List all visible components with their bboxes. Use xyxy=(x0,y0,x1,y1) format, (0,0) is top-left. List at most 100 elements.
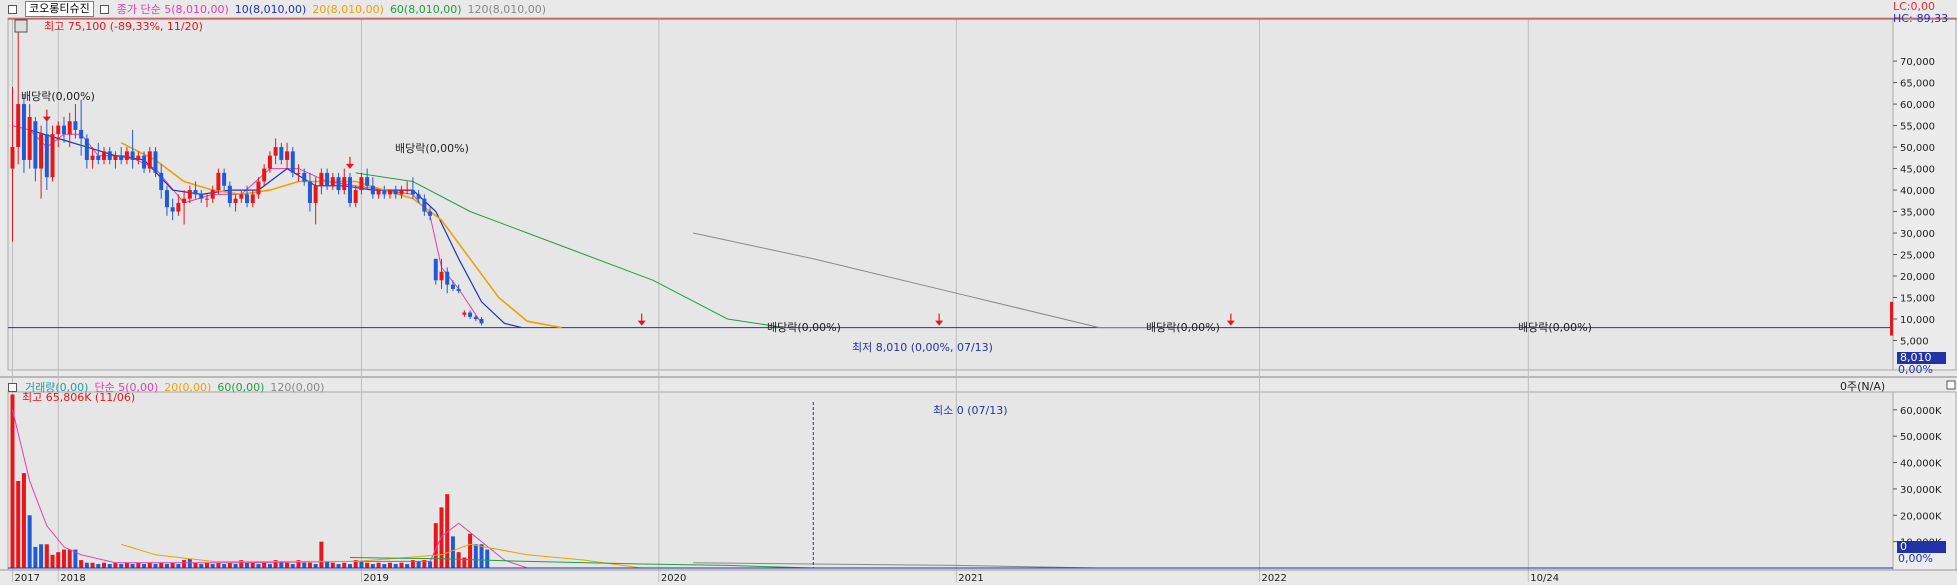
volume-bar xyxy=(359,561,364,568)
volume-axis-tick-label: 20,000K xyxy=(1900,511,1942,522)
chart-menu-checkbox[interactable] xyxy=(8,4,17,14)
volume-bar xyxy=(473,544,478,568)
volume-bar xyxy=(16,481,21,568)
vol-ma60-label[interactable]: 60(0,00) xyxy=(217,381,264,394)
volume-bar xyxy=(393,564,398,568)
volume-bar xyxy=(33,546,38,568)
candle-body xyxy=(245,194,250,203)
candle-body xyxy=(10,147,15,169)
close-toggle[interactable] xyxy=(99,4,109,14)
candle-body xyxy=(39,134,44,169)
candle-body xyxy=(296,172,301,174)
candle-body xyxy=(468,312,473,317)
volume-bar xyxy=(142,564,147,568)
candle-body xyxy=(159,172,164,191)
volume-bar xyxy=(27,515,32,568)
candle-body xyxy=(16,104,21,148)
candle-body xyxy=(422,198,427,212)
volume-bar xyxy=(399,562,404,568)
volume-bar xyxy=(388,562,393,568)
candle-body xyxy=(433,258,438,281)
volume-bar xyxy=(245,562,250,568)
volume-bar xyxy=(336,564,341,568)
volume-panel xyxy=(7,391,1894,571)
high-price-label: 최고 75,100 (-89,33%, 11/20) xyxy=(44,20,203,33)
vol-ma20-label[interactable]: 20(0,00) xyxy=(164,381,211,394)
volume-bar xyxy=(365,562,370,568)
volume-bar xyxy=(468,533,473,568)
candle-body xyxy=(382,190,387,195)
volume-axis-tick-label: 30,000K xyxy=(1900,485,1942,496)
volume-bar xyxy=(204,562,209,568)
volume-bar xyxy=(376,562,381,568)
candle-body xyxy=(359,177,364,191)
volume-bar xyxy=(39,544,44,568)
vol-ma120-label[interactable]: 120(0,00) xyxy=(270,381,324,394)
candle-body xyxy=(365,177,370,186)
candle-body xyxy=(445,271,450,285)
ma120-label[interactable]: 120(8,010,00) xyxy=(468,3,547,16)
close-ma5-label[interactable]: 종가 단순 5(8,010,00) xyxy=(117,1,229,17)
volume-bar xyxy=(90,562,95,568)
volume-bar xyxy=(330,562,335,568)
dividend-label: 배당락(0,00%) xyxy=(21,90,95,103)
candle-body xyxy=(376,190,381,195)
volume-bar xyxy=(79,560,84,568)
candle-body xyxy=(342,177,347,191)
volume-bar xyxy=(250,562,255,568)
candle-body xyxy=(399,190,404,195)
volume-bar xyxy=(256,564,261,568)
volume-bar xyxy=(450,536,455,568)
stock-chart-window: 5,000 10,000 15,000 20,000 25,000 30,000 35,00… xyxy=(0,0,1957,585)
stock-name-box[interactable]: 코오롱티슈진 xyxy=(25,1,94,17)
volume-bar xyxy=(313,564,318,568)
volume-bar xyxy=(342,562,347,568)
candle-body xyxy=(416,194,421,199)
candle-body xyxy=(50,134,55,178)
volume-bar xyxy=(164,564,169,568)
candle-body xyxy=(67,121,72,135)
chart-canvas: 5,000 10,000 15,000 20,000 25,000 30,000 35,00… xyxy=(0,0,1957,585)
candle-body xyxy=(73,121,78,130)
candle-body xyxy=(428,211,433,216)
volume-bar xyxy=(199,564,204,568)
volume-axis-tick-label: 40,000K xyxy=(1900,459,1942,470)
volume-bar xyxy=(102,562,107,568)
price-axis-tick-label: 55,000 xyxy=(1900,122,1935,133)
candle-body xyxy=(56,125,61,135)
dividend-label: 배당락(0,00%) xyxy=(1518,321,1592,334)
x-axis-tick-label: 2020 xyxy=(661,573,686,584)
candle-body xyxy=(388,190,393,195)
candle-body xyxy=(210,190,215,199)
candle-body xyxy=(204,198,209,200)
last-pct-tag: 0,00% xyxy=(1898,363,1933,376)
price-chart-header: 코오롱티슈진 종가 단순 5(8,010,00) 10(8,010,00) 20… xyxy=(8,0,546,18)
ma20-label[interactable]: 20(8,010,00) xyxy=(312,3,384,16)
volume-bar xyxy=(182,560,187,568)
ma10-label[interactable]: 10(8,010,00) xyxy=(235,3,307,16)
volume-axis-tick-label: 60,000K xyxy=(1900,406,1942,417)
volume-bar xyxy=(370,564,375,568)
candle-body xyxy=(267,155,272,169)
volume-bar xyxy=(325,561,330,568)
volume-bar xyxy=(216,562,221,568)
volume-bar xyxy=(290,564,295,568)
volume-bar xyxy=(96,564,101,568)
dividend-label: 배당락(0,00%) xyxy=(1146,321,1220,334)
volume-bar xyxy=(416,561,421,568)
candle-body xyxy=(44,134,49,178)
candle-body xyxy=(119,155,124,160)
dividend-label: 배당락(0,00%) xyxy=(395,142,469,155)
candle-body xyxy=(136,155,141,160)
price-axis-tick-label: 45,000 xyxy=(1900,165,1935,176)
volume-toggle[interactable] xyxy=(8,382,17,392)
volume-bar xyxy=(170,562,175,568)
candle-body xyxy=(239,194,244,199)
candle-body xyxy=(107,151,112,160)
volume-bar xyxy=(50,554,55,568)
candle-body xyxy=(199,194,204,199)
volume-bar xyxy=(227,562,232,568)
ma60-label[interactable]: 60(8,010,00) xyxy=(390,3,462,16)
candle-body xyxy=(170,207,175,212)
volume-high-label: 최고 65,806K (11/06) xyxy=(22,391,136,404)
